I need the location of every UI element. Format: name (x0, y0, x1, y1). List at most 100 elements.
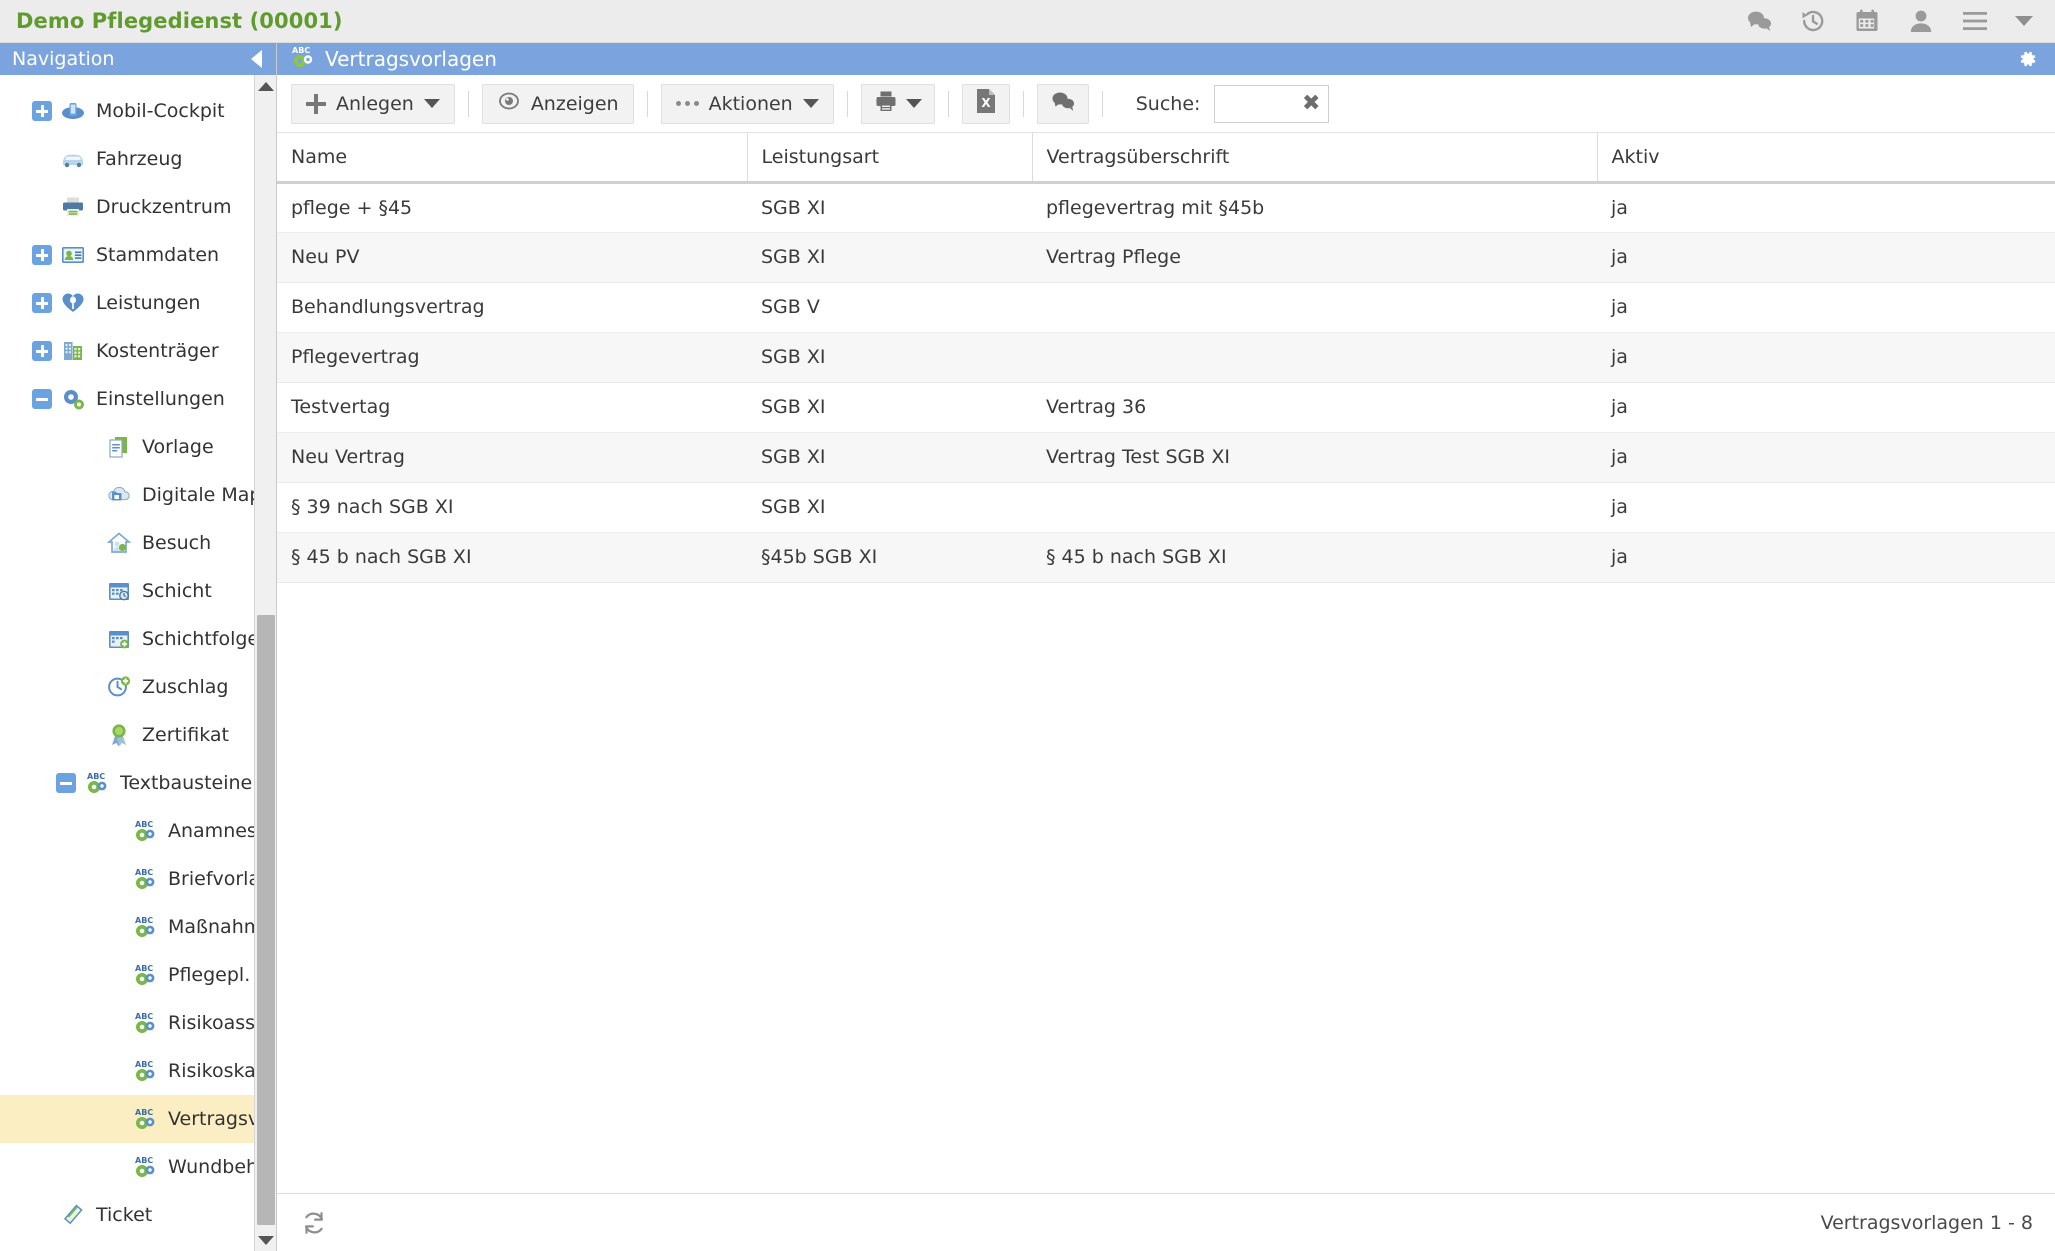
sidebar-item-zertifikat[interactable]: Zertifikat (0, 711, 276, 759)
table-row[interactable]: Neu PV SGB XI Vertrag Pflege ja (277, 232, 2055, 283)
sidebar-item-digitale-mappe-designer[interactable]: Digitale Mappe Designer (0, 471, 276, 519)
toolbar-separator (467, 90, 469, 117)
sidebar-item-maßnahme[interactable]: ABC Maßnahme (0, 903, 276, 951)
column-header-ueberschrift[interactable]: Vertragsüberschrift (1032, 133, 1598, 184)
sidebar-item-risikoasses[interactable]: ABCRisikoasses. (0, 999, 276, 1047)
sidebar-item-vorlage[interactable]: Vorlage (0, 423, 276, 471)
svg-text:ABC: ABC (135, 1156, 153, 1165)
cell-vertragsueberschrift: Vertrag 36 (1032, 382, 1597, 433)
excel-export-button[interactable]: X (961, 83, 1010, 124)
sidebar-item-stammdaten[interactable]: Stammdaten (0, 231, 276, 279)
svg-text:ABC: ABC (135, 964, 153, 973)
collapse-left-icon[interactable] (251, 50, 262, 68)
sidebar-item-schichtfolge[interactable]: Schichtfolge (0, 615, 276, 663)
scroll-down-arrow-icon[interactable] (255, 1229, 276, 1251)
abc-gear-icon: ABC (84, 770, 110, 796)
sidebar-item-briefvorlage[interactable]: ABCBriefvorlage (0, 855, 276, 903)
sidebar-item-kostenträger[interactable]: Kostenträger (0, 327, 276, 375)
sidebar-scrollbar[interactable] (254, 75, 276, 1251)
sidebar-item-ticket[interactable]: Ticket (0, 1191, 276, 1239)
clear-x-icon[interactable]: ✖ (1302, 92, 1320, 115)
navigation-title: Navigation (12, 48, 115, 70)
ellipsis-icon (675, 101, 699, 106)
collapse-minus-icon[interactable] (32, 389, 52, 409)
cell-vertragsueberschrift: pflegevertrag mit §45b (1032, 182, 1597, 233)
sidebar-item-leistungen[interactable]: Leistungen (0, 279, 276, 327)
column-header-name[interactable]: Name (277, 133, 748, 184)
hamburger-menu-icon[interactable] (1961, 7, 1989, 35)
table-body: pflege + §45 SGB XI pflegevertrag mit §45b… (277, 182, 2055, 583)
sidebar-item-label: Leistungen (96, 292, 201, 314)
sidebar-item-besuch[interactable]: Besuch (0, 519, 276, 567)
cell-leistungsart: SGB XI (747, 182, 1032, 233)
sidebar-item-einstellungen[interactable]: Einstellungen (0, 375, 276, 423)
column-header-leistungsart[interactable]: Leistungsart (747, 133, 1033, 184)
sidebar-item-label: Vorlage (142, 436, 214, 458)
refresh-icon[interactable] (301, 1210, 327, 1236)
sidebar-item-label: Textbausteine (120, 772, 253, 794)
cell-leistungsart: SGB XI (747, 382, 1032, 433)
sidebar-item-label: Pflegepl. (168, 964, 251, 986)
sidebar-item-zuschlag[interactable]: Zuschlag (0, 663, 276, 711)
sidebar-item-fahrzeug[interactable]: Fahrzeug (0, 135, 276, 183)
create-button[interactable]: Anlegen (291, 83, 455, 124)
cell-aktiv: ja (1597, 182, 2055, 233)
table-row[interactable]: Neu Vertrag SGB XI Vertrag Test SGB XI ja (277, 432, 2055, 483)
navigation-list: Mobil-Cockpit Fahrzeug Druckzentrum Stammda… (0, 75, 276, 1239)
table-row[interactable]: Behandlungsvertrag SGB V ja (277, 282, 2055, 333)
expand-plus-icon[interactable] (32, 341, 52, 361)
table-row[interactable]: § 45 b nach SGB XI §45b SGB XI § 45 b nach… (277, 532, 2055, 583)
sidebar-item-risikoskale[interactable]: ABC Risikoskale (0, 1047, 276, 1095)
expand-plus-icon[interactable] (32, 245, 52, 265)
table-row[interactable]: pflege + §45 SGB XI pflegevertrag mit §45b… (277, 182, 2055, 233)
sidebar-item-anamnese[interactable]: ABC Anamnese (0, 807, 276, 855)
cell-name: § 45 b nach SGB XI (277, 532, 747, 583)
chat-icon[interactable] (1745, 7, 1773, 35)
svg-text:ABC: ABC (87, 772, 105, 781)
history-icon[interactable] (1799, 7, 1827, 35)
status-bar: Vertragsvorlagen 1 - 8 (277, 1193, 2055, 1251)
collapse-minus-icon[interactable] (56, 773, 76, 793)
svg-text:ABC: ABC (135, 820, 153, 829)
cell-name: pflege + §45 (277, 182, 747, 233)
expand-plus-icon[interactable] (32, 101, 52, 121)
actions-button[interactable]: Aktionen (660, 83, 834, 124)
sidebar-item-label: Kostenträger (96, 340, 219, 362)
sidebar-item-vertragsvorl[interactable]: ABCVertragsvorl. (0, 1095, 276, 1143)
document-copy-icon (106, 434, 132, 460)
sidebar-scrollbar-thumb[interactable] (257, 615, 275, 1225)
search-input[interactable]: ✖ (1214, 84, 1330, 123)
chevron-down-icon[interactable] (423, 99, 440, 108)
table-row[interactable]: § 39 nach SGB XI SGB XI ja (277, 482, 2055, 533)
scroll-up-arrow-icon[interactable] (255, 75, 276, 97)
abc-gear-icon: ABC (132, 1058, 158, 1084)
comments-button[interactable] (1036, 83, 1089, 124)
chevron-down-icon[interactable] (802, 99, 819, 108)
sidebar-item-schicht[interactable]: Schicht (0, 567, 276, 615)
calendar-icon[interactable] (1853, 7, 1881, 35)
sidebar-item-pflegepl[interactable]: ABC Pflegepl. (0, 951, 276, 999)
sidebar-item-label: Schicht (142, 580, 212, 602)
expand-plus-icon[interactable] (32, 293, 52, 313)
print-button[interactable] (860, 83, 935, 124)
gear-icon[interactable] (2015, 47, 2039, 71)
table-row[interactable]: Pflegevertrag SGB XI ja (277, 332, 2055, 383)
column-header-aktiv[interactable]: Aktiv (1597, 133, 2055, 184)
sidebar-item-druckzentrum[interactable]: Druckzentrum (0, 183, 276, 231)
chevron-down-icon[interactable] (905, 99, 922, 108)
user-icon[interactable] (1907, 7, 1935, 35)
table-row[interactable]: Testvertag SGB XI Vertrag 36 ja (277, 382, 2055, 433)
cell-leistungsart: SGB XI (747, 232, 1032, 283)
view-button[interactable]: Anzeigen (481, 83, 634, 124)
menu-dropdown-caret-icon[interactable] (2015, 16, 2033, 26)
sidebar-item-label: Druckzentrum (96, 196, 232, 218)
grid-empty-area (277, 582, 2055, 1193)
sidebar-item-textbausteine[interactable]: ABC Textbausteine (0, 759, 276, 807)
sidebar-item-wundbehand[interactable]: ABCWundbehand. (0, 1143, 276, 1191)
sidebar-item-mobil-cockpit[interactable]: Mobil-Cockpit (0, 87, 276, 135)
